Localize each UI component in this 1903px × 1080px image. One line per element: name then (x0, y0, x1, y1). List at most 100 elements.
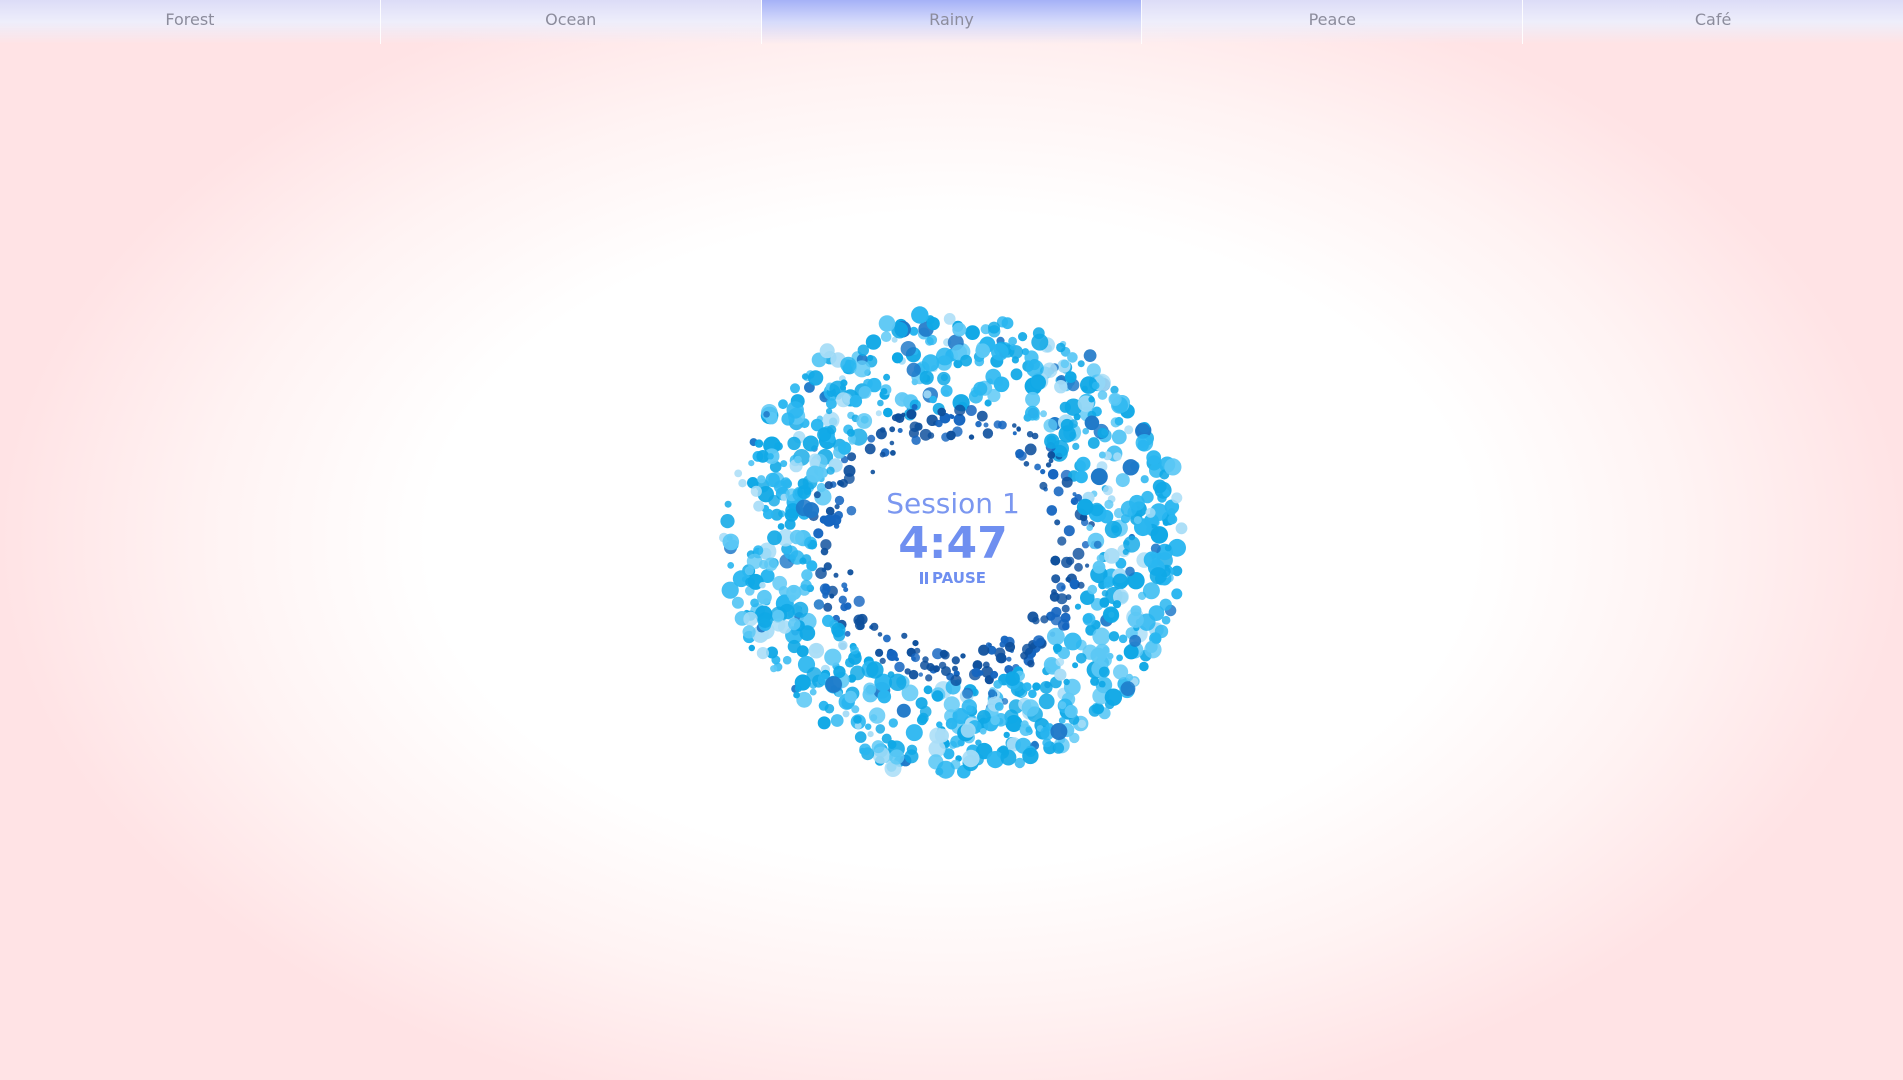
tab-forest[interactable]: Forest (0, 0, 381, 44)
particle-dot (753, 500, 765, 512)
particle-dot (1098, 680, 1106, 688)
particle-dot (829, 593, 835, 599)
particle-dot (1102, 606, 1119, 623)
particle-dot (866, 661, 884, 679)
particle-dot (813, 599, 825, 610)
particle-dot (727, 562, 735, 569)
particle-dot (1083, 349, 1097, 362)
particle-dot (1150, 633, 1161, 644)
particle-dot (1026, 359, 1044, 378)
particle-dot (1063, 632, 1082, 651)
particle-dot (838, 441, 852, 455)
particle-dot (806, 465, 824, 483)
pause-button[interactable]: PAUSE (920, 569, 986, 587)
particle-dot (923, 685, 933, 695)
particle-dot (904, 668, 911, 675)
particle-dot (838, 640, 848, 651)
particle-dot (835, 392, 851, 408)
particle-dot (1139, 661, 1149, 672)
particle-dot (1050, 723, 1068, 740)
particle-dot (1164, 458, 1182, 476)
particle-dot (750, 485, 762, 497)
particle-dot (993, 680, 1003, 689)
particle-dot (875, 648, 884, 657)
particle-dot (919, 370, 934, 385)
particle-dot (945, 717, 958, 730)
particle-dot (824, 648, 842, 666)
particle-dot (1051, 606, 1062, 618)
particle-dot (1093, 703, 1105, 715)
particle-dot (906, 362, 921, 377)
particle-dot (1125, 566, 1135, 577)
tab-rainy[interactable]: Rainy (761, 0, 1143, 44)
particle-dot (1040, 410, 1047, 418)
particle-dot (901, 632, 908, 639)
particle-dot (1104, 688, 1123, 706)
particle-dot (734, 469, 743, 478)
particle-dot (790, 383, 800, 394)
particle-dot (1018, 332, 1028, 342)
tab-label: Rainy (929, 10, 974, 29)
particle-dot (889, 426, 896, 433)
particle-dot (1043, 418, 1058, 433)
particle-dot (746, 553, 763, 570)
particle-dot (764, 557, 778, 572)
particle-dot (935, 419, 943, 428)
particle-dot (983, 422, 989, 428)
particle-dot (757, 589, 772, 605)
particle-dot (1090, 468, 1108, 486)
particle-dot (927, 432, 935, 439)
particle-dot (1127, 611, 1144, 628)
particle-dot (1045, 462, 1052, 468)
particle-dot (990, 670, 999, 679)
tab-cafe[interactable]: Café (1523, 0, 1903, 44)
particle-dot (1028, 689, 1037, 699)
particle-dot (756, 647, 769, 660)
particle-dot (1038, 693, 1055, 710)
particle-dot (864, 443, 876, 455)
particle-dot (889, 673, 907, 691)
particle-dot (916, 714, 928, 726)
particle-dot (844, 630, 851, 637)
particle-dot (825, 676, 842, 693)
particle-dot (875, 724, 886, 734)
particle-dot (962, 749, 980, 768)
particle-dot (1140, 475, 1149, 484)
particle-dot (937, 371, 951, 386)
particle-dot (826, 425, 837, 435)
particle-dot (759, 582, 766, 589)
particle-dot (763, 508, 774, 520)
particle-dot (1082, 612, 1096, 626)
particle-dot (838, 595, 847, 604)
particle-dot (931, 690, 944, 702)
tab-peace[interactable]: Peace (1142, 0, 1524, 44)
particle-dot (770, 665, 778, 673)
particle-dot (738, 479, 747, 488)
particle-dot (748, 460, 755, 467)
particle-dot (1000, 749, 1017, 766)
particle-dot (865, 723, 872, 730)
particle-dot (1061, 604, 1070, 613)
particle-dot (724, 500, 732, 508)
particle-dot (965, 325, 980, 340)
particle-dot (757, 612, 773, 628)
particle-dot (811, 643, 822, 654)
particle-dot (936, 760, 955, 779)
particle-dot (1103, 548, 1120, 564)
particle-dot (794, 455, 802, 464)
timer-display: Session 1 4:47 PAUSE (803, 487, 1103, 588)
particle-dot (1022, 682, 1032, 692)
particle-dot (1137, 439, 1149, 452)
particle-dot (1120, 681, 1136, 697)
particle-dot (937, 407, 946, 417)
particle-dot (1118, 634, 1128, 644)
sound-tabs: Forest Ocean Rainy Peace Café (0, 0, 1903, 44)
particle-dot (877, 689, 892, 704)
particle-dot (1055, 657, 1065, 667)
particle-dot (889, 440, 895, 446)
tab-ocean[interactable]: Ocean (380, 0, 762, 44)
particle-dot (1062, 622, 1070, 631)
particle-dot (894, 392, 910, 407)
particle-dot (880, 388, 888, 395)
particle-dot (1025, 391, 1041, 407)
